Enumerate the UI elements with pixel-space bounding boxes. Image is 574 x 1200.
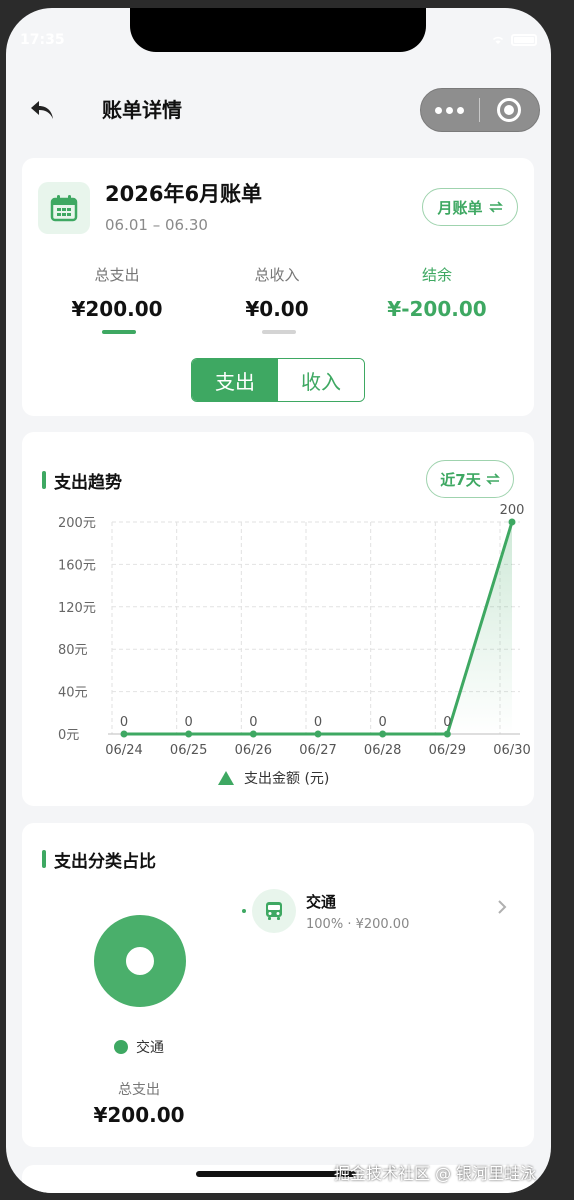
donut-legend: 交通 bbox=[114, 1037, 164, 1057]
data-label: 0 bbox=[314, 715, 322, 730]
watermark-text: 掘金技术社区 @ 银河里蛙泳 bbox=[334, 1164, 537, 1183]
x-tick-label: 06/25 bbox=[170, 743, 207, 758]
status-time: 17:35 bbox=[20, 32, 65, 48]
series-line bbox=[124, 521, 514, 736]
x-tick-label: 06/30 bbox=[493, 743, 530, 758]
bill-title: 2026年6月账单 bbox=[105, 182, 263, 206]
y-tick-label: 40元 bbox=[58, 686, 88, 701]
category-section-title: 支出分类占比 bbox=[42, 847, 156, 872]
balance-label: 结余 bbox=[421, 266, 452, 284]
y-tick-label: 200元 bbox=[58, 516, 96, 531]
expense-income-segment: 支出 收入 bbox=[191, 358, 365, 402]
total-expense-label: 总支出 bbox=[94, 266, 140, 284]
chevron-right-icon bbox=[498, 900, 507, 914]
category-percent: 100% bbox=[306, 917, 344, 932]
category-name: 交通 bbox=[306, 893, 337, 911]
series-area bbox=[124, 522, 512, 734]
data-label: 0 bbox=[443, 715, 451, 730]
month-bill-toggle-label: 月账单 bbox=[437, 198, 483, 217]
expense-trend-card: 支出趋势 近7天 0元 40元 80元 120元 160元 200元 06/24 06/25 0… bbox=[22, 432, 534, 806]
y-tick-label: 120元 bbox=[58, 601, 96, 616]
trend-section-title: 支出趋势 bbox=[42, 468, 122, 493]
category-share-card: 支出分类占比 交通 总支出 ¥200.00 交通 100% · ¥200.00 bbox=[22, 823, 534, 1147]
income-inactive-indicator bbox=[262, 330, 296, 334]
battery-icon bbox=[511, 34, 537, 46]
mini-program-capsule bbox=[420, 88, 540, 132]
data-point bbox=[508, 518, 516, 526]
chart-legend[interactable]: 支出金额 (元) bbox=[218, 768, 329, 788]
data-label: 200 bbox=[500, 503, 525, 518]
navbar: 账单详情 bbox=[6, 82, 551, 138]
category-row-transport[interactable]: 交通 100% · ¥200.00 bbox=[238, 887, 518, 943]
category-meta: 100% · ¥200.00 bbox=[306, 917, 409, 932]
month-bill-toggle-button[interactable]: 月账单 bbox=[422, 188, 518, 226]
data-point bbox=[314, 730, 322, 738]
total-income-summary[interactable]: 总收入 ¥0.00 bbox=[202, 264, 352, 321]
expense-trend-chart: 0元 40元 80元 120元 160元 200元 06/24 06/25 06/26 06/27… bbox=[58, 503, 531, 758]
x-tick-label: 06/26 bbox=[235, 743, 272, 758]
data-point bbox=[249, 730, 257, 738]
category-total-label: 总支出 bbox=[118, 1082, 160, 1098]
total-income-label: 总收入 bbox=[254, 266, 300, 284]
camera-notch bbox=[130, 8, 426, 52]
range-toggle-label: 近7天 bbox=[440, 470, 481, 489]
balance-summary: 结余 ¥-200.00 bbox=[362, 264, 512, 321]
total-expense-summary[interactable]: 总支出 ¥200.00 bbox=[42, 264, 192, 321]
range-toggle-button[interactable]: 近7天 bbox=[426, 460, 514, 498]
data-point bbox=[120, 730, 128, 738]
data-point bbox=[185, 730, 193, 738]
bus-icon bbox=[252, 889, 296, 933]
bill-summary-card: 2026年6月账单 06.01 – 06.30 月账单 总支出 ¥200.00 … bbox=[22, 158, 534, 416]
category-amount: ¥200.00 bbox=[355, 917, 410, 932]
legend-dot bbox=[114, 1040, 128, 1054]
data-label: 0 bbox=[120, 715, 128, 730]
y-tick-label: 0元 bbox=[58, 728, 79, 743]
data-label: 0 bbox=[185, 715, 193, 730]
expense-active-indicator bbox=[102, 330, 136, 334]
back-icon[interactable] bbox=[26, 94, 58, 126]
wifi-icon bbox=[493, 36, 503, 44]
category-separator: · bbox=[347, 917, 352, 932]
phone-screen: 17:35 账单详情 2026年6月账单 06.01 – 06.30 月账单 总… bbox=[6, 8, 551, 1193]
calendar-icon bbox=[38, 182, 90, 234]
y-tick-label: 160元 bbox=[58, 558, 96, 573]
close-mini-program-icon[interactable] bbox=[480, 89, 540, 131]
total-income-value: ¥0.00 bbox=[245, 297, 309, 321]
x-tick-label: 06/29 bbox=[429, 743, 466, 758]
category-donut-chart bbox=[94, 915, 186, 1007]
switch-arrows-icon bbox=[488, 201, 503, 213]
status-bar: 17:35 bbox=[6, 8, 551, 68]
switch-arrows-icon bbox=[485, 473, 500, 485]
home-indicator[interactable] bbox=[196, 1171, 356, 1177]
data-label: 0 bbox=[249, 715, 257, 730]
data-point bbox=[443, 730, 451, 738]
x-tick-label: 06/27 bbox=[299, 743, 336, 758]
category-bullet bbox=[242, 909, 246, 913]
data-point bbox=[379, 730, 387, 738]
status-icons bbox=[491, 34, 537, 46]
donut-legend-label: 交通 bbox=[136, 1040, 164, 1056]
total-expense-value: ¥200.00 bbox=[71, 297, 163, 321]
page-title: 账单详情 bbox=[102, 98, 182, 122]
segment-expense-tab[interactable]: 支出 bbox=[192, 359, 278, 401]
legend-triangle-icon bbox=[218, 771, 234, 785]
balance-value: ¥-200.00 bbox=[387, 297, 487, 321]
category-total-value: ¥200.00 bbox=[93, 1103, 185, 1127]
bill-date-range: 06.01 – 06.30 bbox=[105, 216, 208, 234]
legend-label: 支出金额 (元) bbox=[244, 771, 330, 787]
data-label: 0 bbox=[379, 715, 387, 730]
more-icon[interactable] bbox=[421, 89, 479, 131]
x-tick-label: 06/28 bbox=[364, 743, 401, 758]
x-tick-label: 06/24 bbox=[105, 743, 142, 758]
y-tick-label: 80元 bbox=[58, 643, 88, 658]
segment-income-tab[interactable]: 收入 bbox=[278, 359, 364, 401]
